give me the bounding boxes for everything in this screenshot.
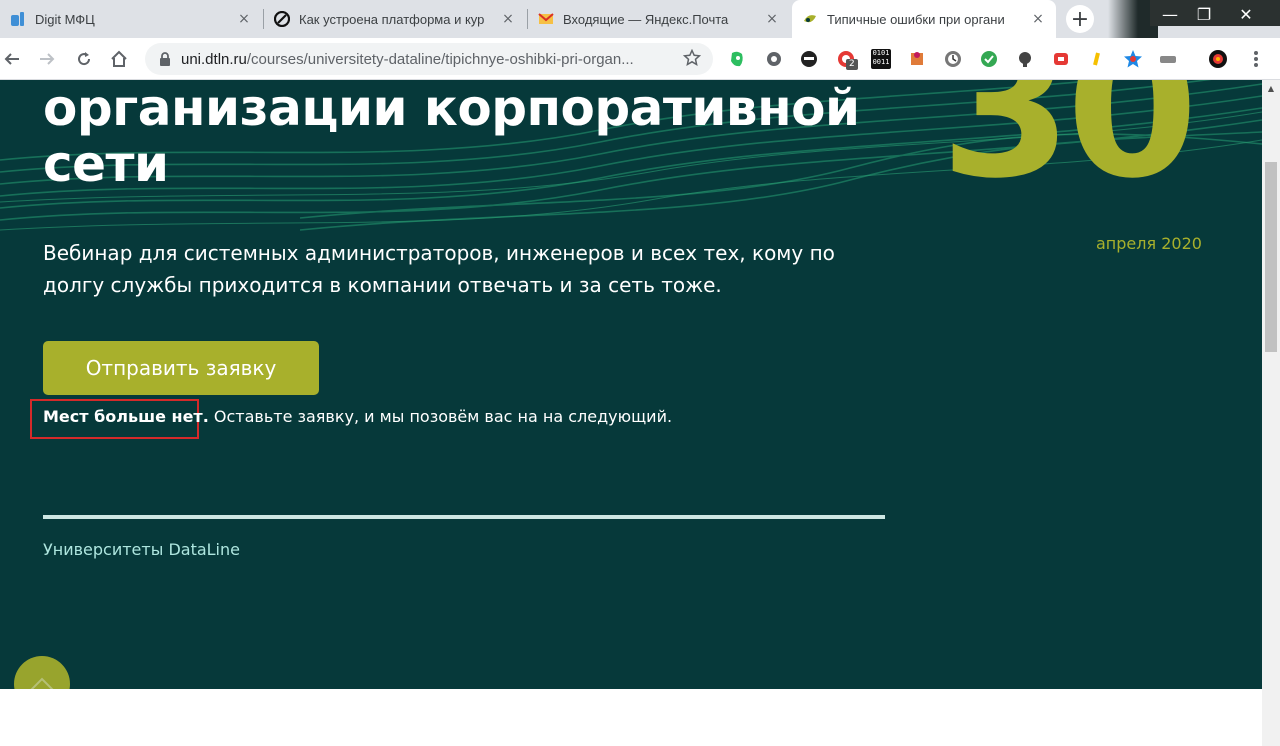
browser-menu-button[interactable] bbox=[1244, 47, 1268, 71]
event-day-number: 30 bbox=[940, 80, 1198, 220]
sync-extension-icon[interactable] bbox=[764, 49, 784, 69]
tab-platform[interactable]: Как устроена платформа и кур × bbox=[264, 0, 526, 38]
address-bar[interactable]: uni.dtln.ru/courses/universitety-datalin… bbox=[145, 43, 713, 75]
mail-envelope-icon bbox=[538, 13, 554, 24]
arrow-right-icon bbox=[40, 53, 55, 65]
binary-extension-icon[interactable]: 0101 0011 bbox=[871, 49, 891, 69]
home-icon bbox=[111, 50, 127, 67]
back-button[interactable] bbox=[0, 47, 24, 71]
tab-dataline-active[interactable]: Типичные ошибки при органи × bbox=[792, 0, 1056, 38]
title-line-1: организации корпоративной bbox=[43, 80, 860, 137]
dataline-favicon-icon bbox=[804, 15, 816, 23]
red-box-extension-icon[interactable] bbox=[1051, 49, 1071, 69]
tab-strip: Digit МФЦ × Как устроена платформа и кур… bbox=[0, 0, 1280, 38]
forward-button[interactable] bbox=[35, 47, 59, 71]
reload-button[interactable] bbox=[72, 47, 96, 71]
waitlist-text: Оставьте заявку, и мы позовём вас на на … bbox=[208, 407, 673, 426]
puzzle-extension-icon[interactable] bbox=[907, 49, 927, 69]
scroll-to-top-button[interactable] bbox=[14, 656, 70, 689]
home-button[interactable] bbox=[107, 47, 131, 71]
submit-application-button[interactable]: Отправить заявку bbox=[43, 341, 319, 395]
section-divider bbox=[43, 515, 885, 519]
clock-extension-icon[interactable] bbox=[943, 49, 963, 69]
scrollbar-thumb[interactable] bbox=[1265, 162, 1277, 352]
tab-title: Типичные ошибки при органи bbox=[827, 11, 1005, 27]
close-tab-icon[interactable]: × bbox=[236, 11, 252, 27]
webinar-description: Вебинар для системных администраторов, и… bbox=[43, 241, 835, 297]
router-extension-icon[interactable] bbox=[1158, 49, 1178, 69]
bookmark-star-icon[interactable] bbox=[683, 49, 701, 67]
page-title: организации корпоративной сети bbox=[43, 80, 860, 192]
close-tab-icon[interactable]: × bbox=[764, 11, 780, 27]
tab-title: Digit МФЦ bbox=[35, 11, 95, 27]
close-tab-icon[interactable]: × bbox=[500, 11, 516, 27]
profile-avatar-icon[interactable] bbox=[1208, 49, 1228, 69]
reload-icon bbox=[78, 52, 91, 66]
kebab-menu-icon bbox=[1254, 51, 1258, 67]
chevron-up-icon bbox=[30, 677, 54, 689]
bulb-extension-icon[interactable] bbox=[1015, 49, 1035, 69]
url-text: uni.dtln.ru/courses/universitety-datalin… bbox=[181, 50, 634, 68]
yellow-i-extension-icon[interactable] bbox=[1087, 49, 1107, 69]
dataline-universities-link[interactable]: Университеты DataLine bbox=[43, 540, 240, 559]
scroll-up-arrow-icon[interactable]: ▲ bbox=[1262, 80, 1280, 96]
tab-yandex-mail[interactable]: Входящие — Яндекс.Почта × bbox=[528, 0, 790, 38]
ninja-extension-icon[interactable] bbox=[799, 49, 819, 69]
page-scrollbar[interactable]: ▲ bbox=[1262, 80, 1280, 746]
close-tab-icon[interactable]: × bbox=[1030, 11, 1046, 27]
tab-title: Входящие — Яндекс.Почта bbox=[563, 11, 729, 27]
evernote-extension-icon[interactable] bbox=[727, 49, 747, 69]
browser-toolbar: uni.dtln.ru/courses/universitety-datalin… bbox=[0, 38, 1280, 80]
maximize-button[interactable]: ❐ bbox=[1184, 0, 1224, 28]
title-line-2: сети bbox=[43, 135, 169, 193]
tab-digit[interactable]: Digit МФЦ × bbox=[0, 0, 262, 38]
new-tab-button[interactable]: + bbox=[1066, 5, 1094, 33]
close-window-button[interactable]: ✕ bbox=[1226, 0, 1266, 28]
no-seats-notice: Мест больше нет. Оставьте заявку, и мы п… bbox=[43, 407, 672, 426]
arrow-left-icon bbox=[4, 53, 19, 65]
digit-favicon-icon bbox=[11, 12, 24, 26]
checkmark-extension-icon[interactable] bbox=[979, 49, 999, 69]
platform-favicon-icon bbox=[274, 11, 290, 27]
adblock-extension-icon[interactable]: 2 bbox=[836, 49, 858, 70]
extension-badge: 2 bbox=[846, 59, 858, 70]
webinar-page: 30 апреля 2020 организации корпоративной… bbox=[0, 80, 1262, 689]
star-extension-icon[interactable] bbox=[1123, 49, 1143, 69]
tab-title: Как устроена платформа и кур bbox=[299, 11, 485, 27]
lock-icon bbox=[160, 52, 170, 66]
event-month-year: апреля 2020 bbox=[1096, 234, 1202, 253]
no-seats-label: Мест больше нет. bbox=[43, 407, 209, 426]
